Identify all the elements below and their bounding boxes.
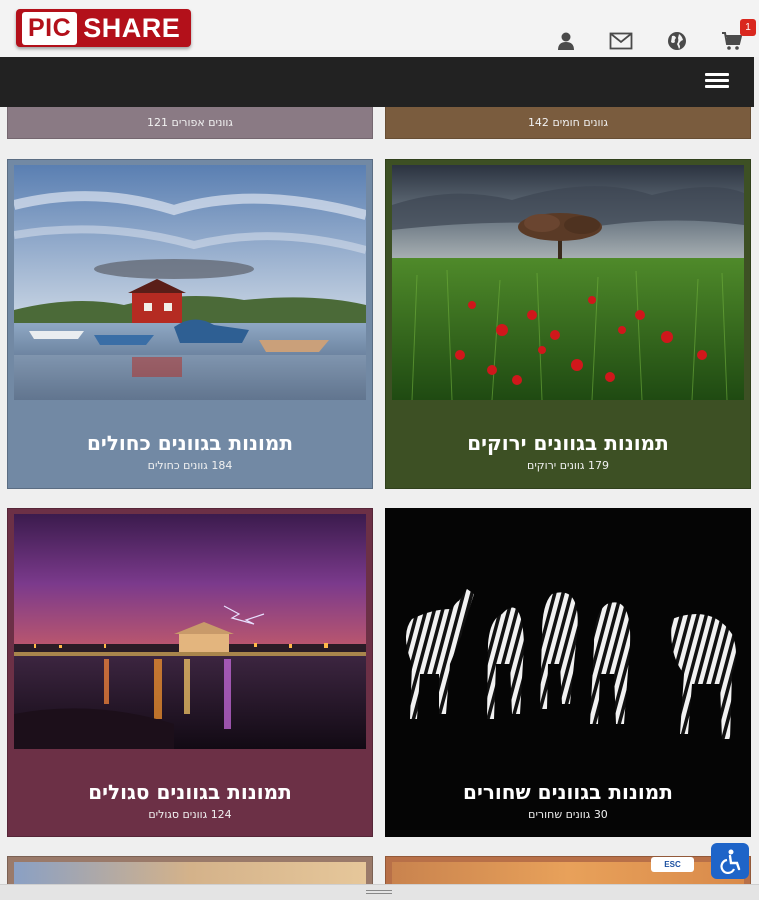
user-icon[interactable] — [553, 28, 579, 54]
category-title: תמונות בגוונים סגולים — [88, 780, 292, 804]
strip-count-label: 121 גוונים אפורים — [147, 116, 233, 129]
category-card-blue[interactable]: תמונות בגוונים כחולים 184 גוונים כחולים — [7, 159, 373, 489]
zebras-photo — [392, 514, 744, 749]
site-logo[interactable]: PIC SHARE — [16, 9, 191, 47]
category-card-purple[interactable]: תמונות בגוונים סגולים 124 גוונים סגולים — [7, 508, 373, 837]
category-count: 184 גוונים כחולים — [147, 459, 233, 472]
category-title: תמונות בגוונים כחולים — [86, 431, 294, 455]
category-card-black[interactable]: תמונות בגוונים שחורים 30 גוונים שחורים — [385, 508, 751, 837]
category-strip-brown[interactable]: 142 גוונים חומים — [385, 107, 751, 139]
category-card-orange-partial[interactable] — [385, 856, 751, 886]
landscape-photo — [14, 862, 366, 885]
category-title: תמונות בגוונים ירוקים — [467, 431, 669, 455]
logo-share-text: SHARE — [83, 12, 181, 43]
cart-count-badge: 1 — [740, 19, 756, 36]
resize-grip-icon[interactable] — [366, 890, 392, 896]
category-count: 30 גוונים שחורים — [528, 808, 608, 821]
tree-poppy-field-photo — [392, 165, 744, 400]
category-count: 179 גוונים ירוקים — [527, 459, 609, 472]
category-strip-gray[interactable]: 121 גוונים אפורים — [7, 107, 373, 139]
harbor-boats-photo — [14, 165, 366, 400]
category-card-green[interactable]: תמונות בגוונים ירוקים 179 גוונים ירוקים — [385, 159, 751, 489]
strip-count-label: 142 גוונים חומים — [527, 116, 609, 129]
esc-button[interactable]: ESC — [651, 857, 694, 872]
logo-pic-text: PIC — [22, 11, 78, 45]
main-navbar — [0, 57, 754, 107]
category-card-partial[interactable] — [7, 856, 373, 886]
bottom-resize-bar — [0, 884, 759, 900]
page: PIC SHARE 1 142 גוונים חומים 121 גוונים … — [0, 0, 759, 900]
globe-icon[interactable] — [664, 28, 690, 54]
night-pier-photo — [14, 514, 366, 749]
category-count: 124 גוונים סגולים — [148, 808, 232, 821]
hamburger-icon[interactable] — [700, 70, 734, 94]
mail-icon[interactable] — [608, 28, 634, 54]
category-title: תמונות בגוונים שחורים — [463, 780, 673, 804]
top-header: PIC SHARE 1 — [0, 0, 759, 57]
wheelchair-icon[interactable] — [711, 843, 749, 879]
